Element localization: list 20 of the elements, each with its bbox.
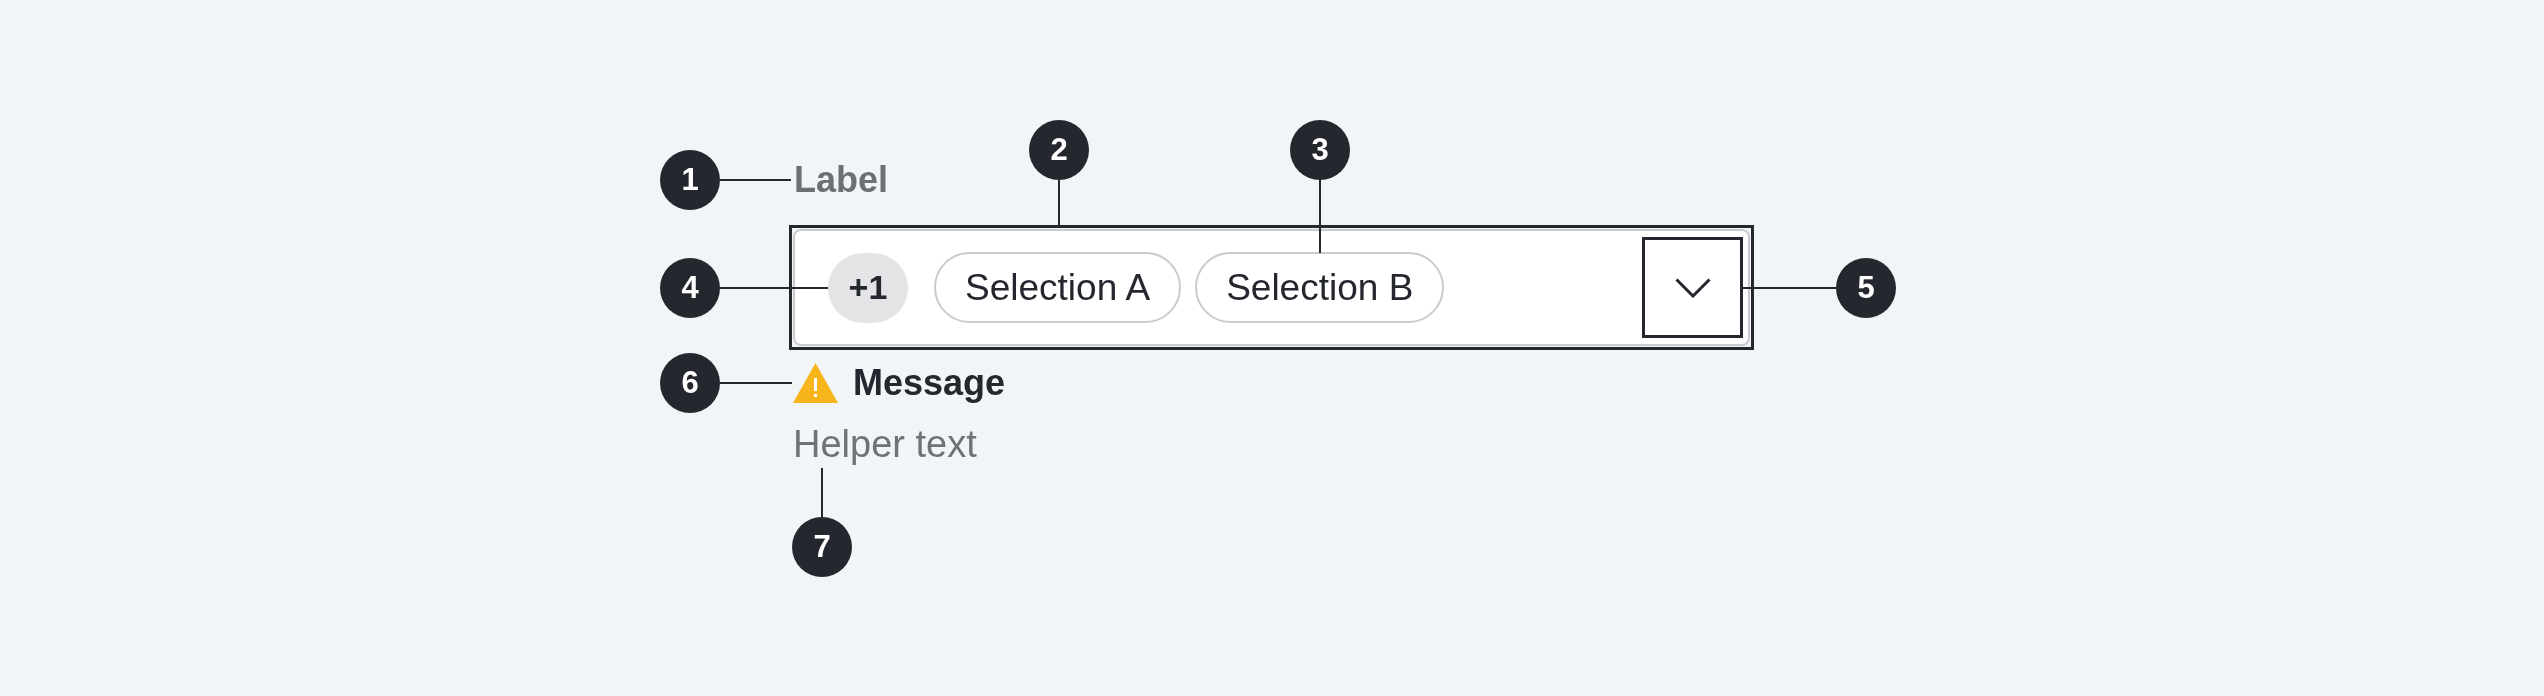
callout-badge: 7 <box>792 517 852 577</box>
callout-badge: 1 <box>660 150 720 210</box>
selection-chip[interactable]: Selection B <box>1195 252 1445 323</box>
callout-badge: 3 <box>1290 120 1350 180</box>
field-label: Label <box>794 160 889 200</box>
leader-line <box>720 179 791 181</box>
overflow-count[interactable]: +1 <box>828 252 908 323</box>
callout-badge: 4 <box>660 258 720 318</box>
leader-line <box>821 468 823 517</box>
message-text: Message <box>853 363 1006 403</box>
multiselect-field[interactable]: +1 Selection A Selection B <box>793 229 1750 346</box>
chevron-down-icon <box>1674 277 1711 298</box>
helper-text: Helper text <box>793 422 977 466</box>
dropdown-button[interactable] <box>1642 237 1743 338</box>
callout-badge: 5 <box>1836 258 1896 318</box>
warning-icon <box>793 363 838 403</box>
callout-badge: 6 <box>660 353 720 413</box>
leader-line <box>720 382 792 384</box>
selection-chip[interactable]: Selection A <box>934 252 1182 323</box>
callout-badge: 2 <box>1029 120 1089 180</box>
